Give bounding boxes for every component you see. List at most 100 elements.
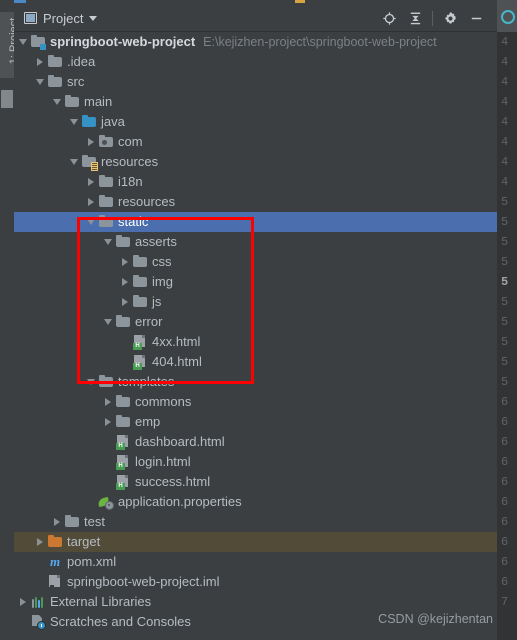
chevron-down-icon[interactable] bbox=[101, 232, 114, 252]
chevron-down-icon[interactable] bbox=[84, 372, 97, 392]
tree-row[interactable]: emp bbox=[14, 412, 497, 432]
tree-row-label: resources bbox=[101, 154, 159, 169]
tree-row-label: springboot-web-project.iml bbox=[67, 574, 220, 589]
tree-row-label: springboot-web-project bbox=[50, 34, 196, 49]
chevron-down-icon[interactable] bbox=[84, 212, 97, 232]
folder-icon bbox=[98, 374, 114, 390]
tree-row[interactable]: Hsuccess.html bbox=[14, 472, 497, 492]
chevron-right-icon[interactable] bbox=[50, 512, 63, 532]
locate-in-tree-button[interactable] bbox=[376, 5, 402, 31]
folder-icon bbox=[115, 234, 131, 250]
tree-row[interactable]: resources bbox=[14, 192, 497, 212]
tree-row-label: dashboard.html bbox=[135, 434, 225, 449]
chevron-down-icon[interactable] bbox=[67, 152, 80, 172]
tree-row[interactable]: img bbox=[14, 272, 497, 292]
tree-row[interactable]: .idea bbox=[14, 52, 497, 72]
tree-row[interactable]: H 4xx.html bbox=[14, 332, 497, 352]
chevron-right-icon[interactable] bbox=[33, 532, 46, 552]
tree-row-label: application.properties bbox=[118, 494, 242, 509]
chevron-right-icon[interactable] bbox=[84, 132, 97, 152]
hide-button[interactable] bbox=[463, 5, 489, 31]
line-number: 5 bbox=[501, 315, 509, 329]
chevron-right-icon[interactable] bbox=[33, 52, 46, 72]
maven-xml-icon: m bbox=[49, 554, 61, 569]
tree-row[interactable]: i18n bbox=[14, 172, 497, 192]
tree-row-label: error bbox=[135, 314, 163, 329]
tree-row[interactable]: application.properties bbox=[14, 492, 497, 512]
tree-row-label: com bbox=[118, 134, 143, 149]
source-root-folder-icon bbox=[81, 114, 97, 130]
tree-row[interactable]: main bbox=[14, 92, 497, 112]
line-number: 6 bbox=[501, 555, 509, 569]
tree-row[interactable]: error bbox=[14, 312, 497, 332]
folder-icon bbox=[47, 74, 63, 90]
tree-row[interactable]: External Libraries bbox=[14, 592, 497, 612]
tree-row[interactable]: test bbox=[14, 512, 497, 532]
project-tree[interactable]: springboot-web-project E:\kejizhen-projec… bbox=[14, 32, 497, 640]
module-folder-icon bbox=[30, 34, 46, 50]
tree-row-content: js bbox=[118, 292, 161, 312]
tree-row[interactable]: m pom.xml bbox=[14, 552, 497, 572]
folder-icon bbox=[98, 194, 114, 210]
tree-row[interactable]: templates bbox=[14, 372, 497, 392]
chevron-right-icon[interactable] bbox=[101, 392, 114, 412]
tree-row[interactable]: commons bbox=[14, 392, 497, 412]
chevron-down-icon[interactable] bbox=[67, 112, 80, 132]
chevron-right-icon[interactable] bbox=[118, 292, 131, 312]
tree-row[interactable]: src bbox=[14, 72, 497, 92]
chevron-down-icon[interactable] bbox=[101, 312, 114, 332]
chevron-down-icon[interactable] bbox=[33, 72, 46, 92]
chevron-right-icon[interactable] bbox=[118, 252, 131, 272]
resource-root-folder-icon bbox=[81, 154, 98, 171]
line-number: 4 bbox=[501, 115, 509, 129]
tree-row[interactable]: springboot-web-project E:\kejizhen-projec… bbox=[14, 32, 497, 52]
line-number: 6 bbox=[501, 455, 509, 469]
line-number: 6 bbox=[501, 535, 509, 549]
tree-row[interactable]: resources bbox=[14, 152, 497, 172]
chevron-right-icon[interactable] bbox=[118, 272, 131, 292]
tree-row-content: main bbox=[50, 92, 112, 112]
toolbar-left-group[interactable]: Project bbox=[24, 4, 98, 32]
line-number: 7 bbox=[501, 595, 509, 609]
line-number: 5 bbox=[501, 275, 509, 289]
line-number: 5 bbox=[501, 255, 509, 269]
tree-row[interactable]: com bbox=[14, 132, 497, 152]
tree-row-content: src bbox=[33, 72, 84, 92]
chevron-right-icon[interactable] bbox=[84, 172, 97, 192]
tree-row[interactable]: Hdashboard.html bbox=[14, 432, 497, 452]
tree-row-content: emp bbox=[101, 412, 160, 432]
folder-icon bbox=[132, 254, 148, 270]
editor-tab-strip[interactable] bbox=[497, 0, 517, 32]
tree-row[interactable]: java bbox=[14, 112, 497, 132]
chevron-down-icon[interactable] bbox=[16, 32, 29, 52]
chevron-down-icon[interactable] bbox=[89, 15, 98, 21]
tree-row-content: java bbox=[67, 112, 125, 132]
tree-row-label: js bbox=[152, 294, 162, 309]
html-file-icon: H bbox=[115, 454, 131, 470]
tree-row-label: main bbox=[84, 94, 113, 109]
tree-row-label: 4xx.html bbox=[152, 334, 201, 349]
tree-row[interactable]: static bbox=[14, 212, 497, 232]
excluded-folder-icon bbox=[47, 534, 63, 550]
tree-row[interactable]: H 404.html bbox=[14, 352, 497, 372]
settings-button[interactable] bbox=[437, 5, 463, 31]
tree-row-content: test bbox=[50, 512, 105, 532]
tree-row[interactable]: css bbox=[14, 252, 497, 272]
tree-row[interactable]: js bbox=[14, 292, 497, 312]
tree-row[interactable]: target bbox=[14, 532, 497, 552]
crosshair-target-icon bbox=[382, 11, 396, 25]
tree-row[interactable]: springboot-web-project.iml bbox=[14, 572, 497, 592]
chevron-down-icon[interactable] bbox=[50, 92, 63, 112]
collapse-all-button[interactable] bbox=[402, 5, 428, 31]
chevron-right-icon[interactable] bbox=[84, 192, 97, 212]
tree-row-content: resources bbox=[84, 192, 175, 212]
chevron-right-icon[interactable] bbox=[16, 592, 29, 612]
tree-row-content: springboot-web-project.iml bbox=[33, 572, 219, 592]
chevron-right-icon[interactable] bbox=[101, 412, 114, 432]
tree-row[interactable]: Hlogin.html bbox=[14, 452, 497, 472]
tree-row-content: Hlogin.html bbox=[101, 452, 191, 472]
tree-row[interactable]: asserts bbox=[14, 232, 497, 252]
line-number: 6 bbox=[501, 495, 509, 509]
